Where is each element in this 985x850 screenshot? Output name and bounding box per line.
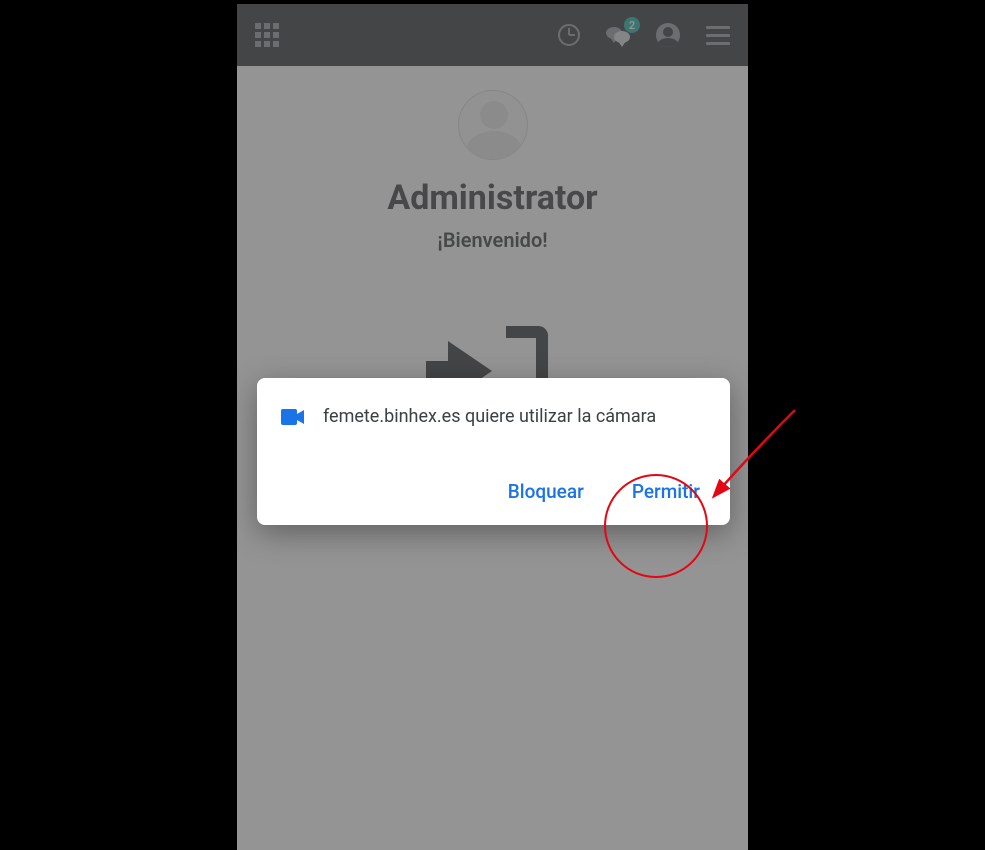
dialog-message: femete.binhex.es quiere utilizar la cáma… xyxy=(323,404,656,430)
block-button[interactable]: Bloquear xyxy=(506,476,586,507)
allow-button[interactable]: Permitir xyxy=(630,476,702,507)
permission-dialog: femete.binhex.es quiere utilizar la cáma… xyxy=(257,378,730,525)
camera-icon xyxy=(281,408,305,426)
